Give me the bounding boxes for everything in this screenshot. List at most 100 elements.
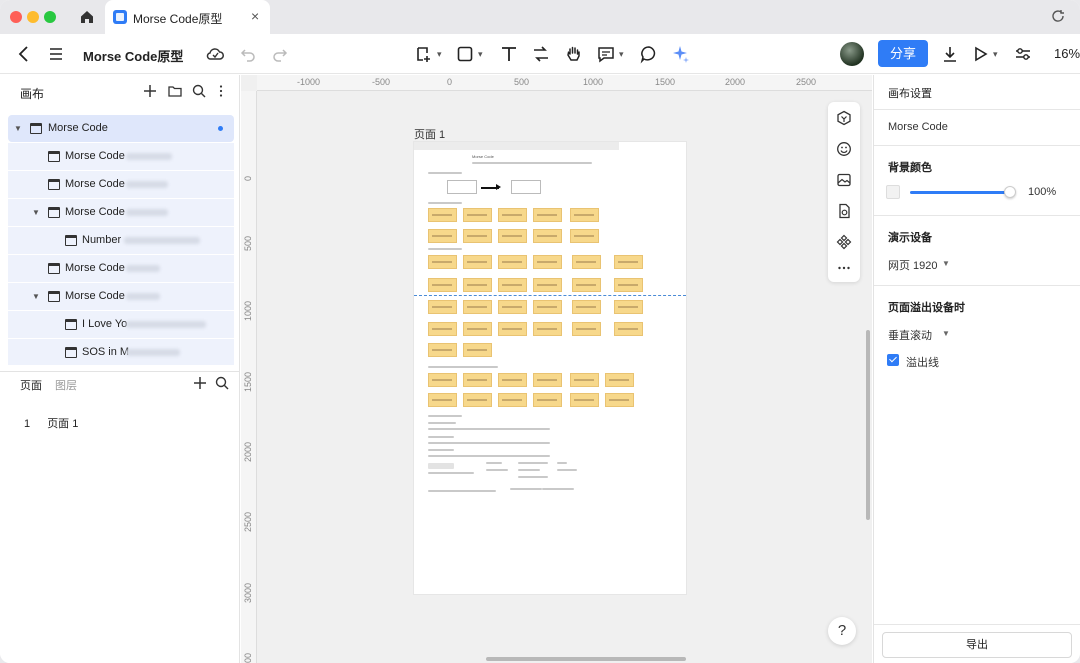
background-color-swatch[interactable] (886, 185, 900, 199)
opacity-slider-track[interactable] (910, 191, 1010, 194)
tree-item-root[interactable]: ▼ Morse Code (8, 115, 234, 142)
artboard-text-line (428, 463, 454, 469)
note-tool-chevron-icon[interactable]: ▾ (619, 49, 624, 60)
artboard-arrow (481, 184, 501, 190)
play-icon[interactable] (970, 44, 990, 64)
emoji-icon[interactable] (836, 141, 852, 157)
comment-tool-icon[interactable] (639, 44, 659, 64)
collapse-chevron-icon[interactable]: ▼ (14, 124, 22, 133)
page-list-item[interactable]: 1 页面 1 (24, 415, 78, 431)
sticky-note (463, 255, 492, 269)
play-chevron-icon[interactable]: ▾ (993, 49, 998, 60)
back-icon[interactable] (14, 44, 34, 64)
more-horizontal-icon[interactable] (836, 260, 852, 276)
active-tab[interactable]: Morse Code原型 × (105, 0, 270, 34)
frame-tool-icon[interactable] (414, 44, 434, 64)
artboard-text-line (428, 472, 474, 474)
opacity-value[interactable]: 100% (1028, 186, 1056, 198)
tree-item-label: Morse Code (65, 150, 125, 162)
cloud-sync-icon[interactable] (205, 44, 225, 64)
tree-item-label: Morse Code (65, 206, 125, 218)
overflow-select[interactable]: 垂直滚动 (888, 327, 932, 343)
collapse-chevron-icon[interactable]: ▼ (32, 292, 40, 301)
tab-layers[interactable]: 图层 (55, 377, 77, 393)
sticky-note (463, 229, 492, 243)
tree-item[interactable]: SOS in M (8, 339, 234, 365)
widget-icon[interactable] (836, 234, 852, 250)
add-icon[interactable] (142, 83, 158, 99)
more-vertical-icon[interactable] (213, 83, 229, 99)
export-button[interactable]: 导出 (882, 632, 1072, 658)
tab-pages[interactable]: 页面 (20, 377, 42, 393)
overflow-line-checkbox[interactable] (887, 354, 899, 366)
page-name: 页面 1 (47, 418, 79, 430)
folder-icon[interactable] (167, 83, 183, 99)
hand-tool-icon[interactable] (564, 44, 584, 64)
artboard-nav-bar (414, 142, 619, 150)
shape-tool-chevron-icon[interactable]: ▾ (478, 49, 483, 60)
frame-icon (65, 319, 77, 330)
close-window-button[interactable] (10, 11, 22, 23)
floating-tool-bar (828, 102, 860, 282)
settings-sliders-icon[interactable] (1013, 44, 1033, 64)
sticky-note (428, 300, 457, 314)
tree-item[interactable]: I Love Yo (8, 311, 234, 338)
frame-icon (65, 347, 77, 358)
maximize-window-button[interactable] (44, 11, 56, 23)
help-button[interactable]: ? (828, 617, 856, 645)
tree-item[interactable]: Morse Code (8, 171, 234, 198)
opacity-slider-handle[interactable] (1004, 186, 1016, 198)
tab-close-icon[interactable]: × (251, 9, 259, 23)
tree-item[interactable]: Morse Code (8, 255, 234, 282)
device-select[interactable]: 网页 1920 (888, 257, 938, 273)
ai-sparkle-icon[interactable] (671, 44, 691, 64)
text-tool-icon[interactable] (499, 44, 519, 64)
sticky-note (605, 393, 634, 407)
shape-tool-icon[interactable] (455, 44, 475, 64)
page-index: 1 (24, 418, 31, 430)
frame-icon (30, 123, 42, 134)
device-chevron-icon[interactable]: ▼ (942, 259, 950, 268)
menu-icon[interactable] (46, 44, 66, 64)
tree-item[interactable]: ▼ Morse Code (8, 199, 234, 226)
artboard-text-line (428, 248, 462, 250)
artboard[interactable]: Morse Code (414, 142, 686, 594)
connector-tool-icon[interactable] (531, 44, 551, 64)
horizontal-scrollbar[interactable] (486, 657, 686, 661)
preview-device-heading: 演示设备 (888, 232, 932, 244)
collapse-chevron-icon[interactable]: ▼ (32, 208, 40, 217)
file-upload-icon[interactable] (836, 203, 852, 219)
image-icon[interactable] (836, 172, 852, 188)
canvas-name-field[interactable]: Morse Code (888, 121, 948, 133)
minimize-window-button[interactable] (27, 11, 39, 23)
document-title[interactable]: Morse Code原型 (83, 46, 183, 65)
sticky-note (428, 322, 457, 336)
blurred-text (126, 321, 206, 328)
note-tool-icon[interactable] (596, 44, 616, 64)
sticky-note (463, 343, 492, 357)
overflow-chevron-icon[interactable]: ▼ (942, 329, 950, 338)
share-button[interactable]: 分享 (878, 40, 928, 67)
vertical-scrollbar[interactable] (866, 330, 870, 520)
component-icon[interactable] (836, 110, 852, 126)
add-page-icon[interactable] (192, 375, 208, 391)
redo-icon[interactable] (270, 44, 290, 64)
ruler-label: 3500 (243, 652, 253, 663)
ruler-label: -1000 (297, 77, 321, 87)
chevron-down-icon[interactable]: ⌄ (176, 45, 184, 56)
tree-item[interactable]: ▼ Morse Code (8, 283, 234, 310)
search-icon[interactable] (191, 83, 207, 99)
panel-divider (874, 109, 1080, 110)
zoom-level[interactable]: 16% (1054, 46, 1080, 61)
frame-tool-chevron-icon[interactable]: ▾ (437, 49, 442, 60)
tree-item[interactable]: Number (8, 227, 234, 254)
download-icon[interactable] (940, 44, 960, 64)
search-pages-icon[interactable] (214, 375, 230, 391)
user-avatar[interactable] (840, 42, 864, 66)
sticky-note (428, 343, 457, 357)
design-canvas[interactable]: -1000 -500 0 500 1000 1500 2000 2500 0 5… (241, 75, 872, 663)
undo-icon[interactable] (238, 44, 258, 64)
tree-item[interactable]: Morse Code (8, 143, 234, 170)
home-icon[interactable] (78, 8, 96, 26)
reload-icon[interactable] (1050, 8, 1066, 24)
